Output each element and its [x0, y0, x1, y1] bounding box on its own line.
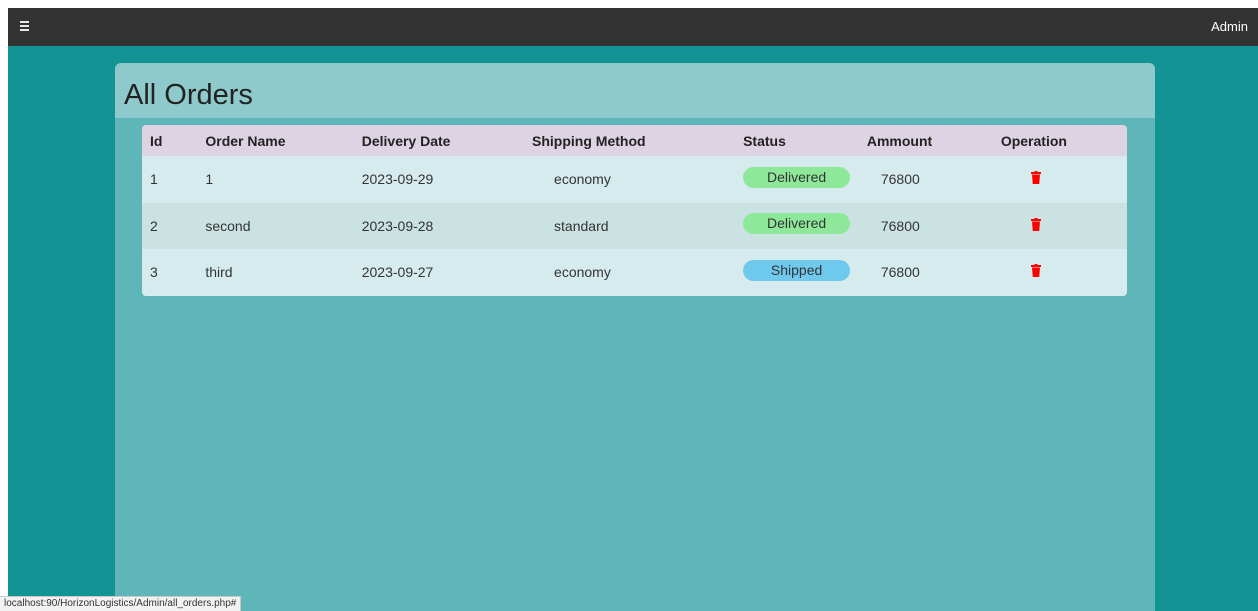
order-amount: 76800: [880, 217, 920, 234]
panel-header: All Orders: [115, 63, 1155, 118]
order-amount: 76800: [880, 171, 920, 188]
order-name: third: [205, 264, 233, 281]
hamburger-icon[interactable]: [20, 17, 34, 35]
status-cell: Delivered: [743, 156, 867, 203]
status-bar-url: localhost:90/HorizonLogistics/Admin/all_…: [0, 596, 242, 611]
trash-icon[interactable]: [1030, 217, 1041, 231]
admin-user-link[interactable]: Admin: [1211, 19, 1248, 34]
top-bar: Admin: [8, 8, 1258, 46]
trash-icon[interactable]: [1030, 171, 1041, 185]
order-name: second: [205, 217, 251, 234]
table-row: 1 1 2023-09-29 economy Delivered 76800: [142, 156, 1127, 203]
operation-cell: [1001, 249, 1127, 296]
status-badge: Shipped: [743, 259, 851, 281]
order-id: 1: [150, 171, 158, 188]
order-id: 2: [150, 217, 158, 234]
header-operation: Operation: [1000, 132, 1067, 149]
delivery-date: 2023-09-27: [361, 264, 434, 281]
header-order-name: Order Name: [205, 132, 286, 149]
app-frame: Admin All Orders Id Order Name Delivery …: [8, 8, 1258, 611]
status-badge: Delivered: [743, 166, 851, 188]
status-badge: Delivered: [743, 213, 851, 235]
shipping-method: economy: [554, 171, 611, 188]
header-shipping-method: Shipping Method: [532, 132, 646, 149]
status-cell: Delivered: [743, 203, 867, 250]
order-name: 1: [205, 171, 214, 188]
table-row: 3 third 2023-09-27 economy Shipped 76800: [142, 249, 1127, 296]
trash-icon[interactable]: [1030, 264, 1041, 278]
header-id: Id: [150, 132, 163, 149]
table-row: 2 second 2023-09-28 standard Delivered 7…: [142, 202, 1127, 250]
header-delivery-date: Delivery Date: [361, 132, 451, 149]
operation-cell: [1001, 156, 1127, 203]
orders-table: Id Order Name Delivery Date Shipping Met…: [142, 125, 1127, 296]
delivery-date: 2023-09-29: [361, 171, 434, 188]
delivery-date: 2023-09-28: [361, 217, 434, 234]
header-amount: Ammount: [866, 132, 933, 149]
table-header-row: Id Order Name Delivery Date Shipping Met…: [142, 125, 1127, 156]
order-amount: 76800: [880, 264, 920, 281]
orders-panel: All Orders Id Order Name Delivery Date S…: [115, 63, 1155, 611]
order-id: 3: [150, 264, 158, 281]
header-status: Status: [743, 132, 786, 149]
shipping-method: economy: [554, 264, 611, 281]
operation-cell: [1001, 203, 1127, 250]
shipping-method: standard: [554, 217, 609, 234]
status-cell: Shipped: [743, 249, 867, 296]
page-title: All Orders: [124, 79, 253, 111]
